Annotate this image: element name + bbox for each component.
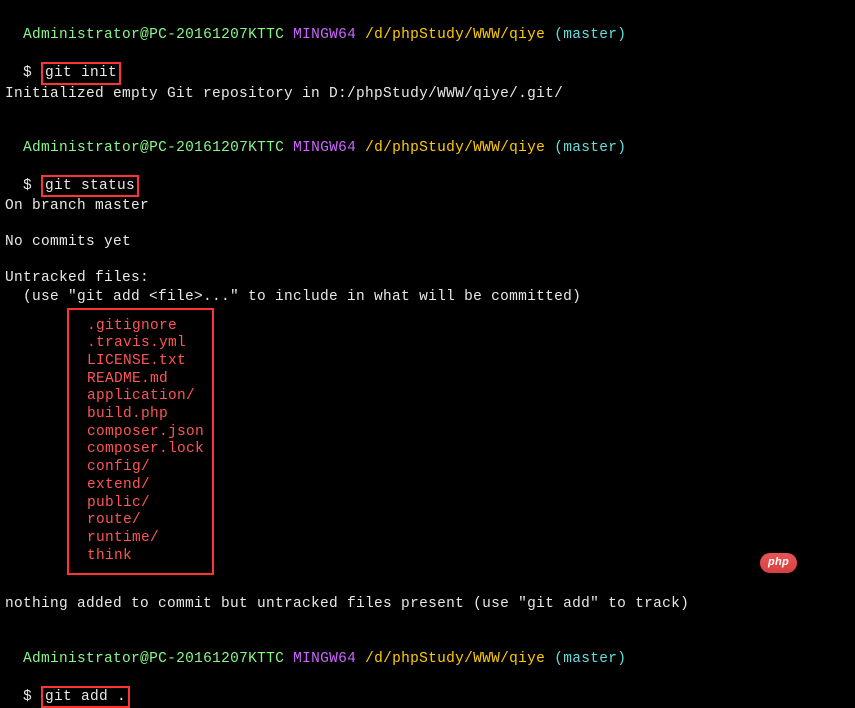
untracked-header: Untracked files: xyxy=(5,269,850,287)
command-line-2[interactable]: $ git status xyxy=(5,157,850,197)
user: Administrator xyxy=(23,651,140,667)
env: MINGW64 xyxy=(293,140,356,156)
blank-line xyxy=(5,215,850,233)
blank-line xyxy=(5,103,850,121)
env: MINGW64 xyxy=(293,651,356,667)
prompt-line-1: Administrator@PC-20161207KTTC MINGW64 /d… xyxy=(5,8,850,44)
env: MINGW64 xyxy=(293,27,356,43)
file-item: think xyxy=(87,548,204,566)
user: Administrator xyxy=(23,140,140,156)
path: /d/phpStudy/WWW/qiye xyxy=(365,140,545,156)
user: Administrator xyxy=(23,27,140,43)
command-highlight: git add . xyxy=(41,686,130,708)
file-item: .travis.yml xyxy=(87,335,204,353)
command-highlight: git init xyxy=(41,62,121,84)
blank-line xyxy=(5,577,850,595)
php-badge: php xyxy=(760,553,797,573)
untracked-hint: (use "git add <file>..." to include in w… xyxy=(5,288,850,306)
command-highlight: git status xyxy=(41,175,139,197)
no-commits-output: No commits yet xyxy=(5,233,850,251)
file-item: public/ xyxy=(87,495,204,513)
dollar-prompt: $ xyxy=(23,689,41,705)
file-item: build.php xyxy=(87,406,204,424)
path: /d/phpStudy/WWW/qiye xyxy=(365,27,545,43)
branch: (master) xyxy=(554,140,626,156)
blank-line xyxy=(5,613,850,631)
file-item: README.md xyxy=(87,371,204,389)
untracked-files-box: .gitignore .travis.yml LICENSE.txt READM… xyxy=(67,308,214,576)
host: PC-20161207KTTC xyxy=(149,140,284,156)
init-output: Initialized empty Git repository in D:/p… xyxy=(5,85,850,103)
file-item: application/ xyxy=(87,388,204,406)
at-symbol: @ xyxy=(140,140,149,156)
prompt-line-3: Administrator@PC-20161207KTTC MINGW64 /d… xyxy=(5,631,850,667)
command-line-1[interactable]: $ git init xyxy=(5,44,850,84)
at-symbol: @ xyxy=(140,651,149,667)
host: PC-20161207KTTC xyxy=(149,651,284,667)
git-init-command: git init xyxy=(45,65,117,81)
file-item: LICENSE.txt xyxy=(87,353,204,371)
nothing-added-output: nothing added to commit but untracked fi… xyxy=(5,595,850,613)
file-item: composer.lock xyxy=(87,441,204,459)
file-item: extend/ xyxy=(87,477,204,495)
file-item: runtime/ xyxy=(87,530,204,548)
blank-line xyxy=(5,251,850,269)
prompt-line-2: Administrator@PC-20161207KTTC MINGW64 /d… xyxy=(5,121,850,157)
on-branch-output: On branch master xyxy=(5,197,850,215)
at-symbol: @ xyxy=(140,27,149,43)
file-item: route/ xyxy=(87,512,204,530)
file-item: config/ xyxy=(87,459,204,477)
branch: (master) xyxy=(554,27,626,43)
command-line-3[interactable]: $ git add . xyxy=(5,668,850,708)
host: PC-20161207KTTC xyxy=(149,27,284,43)
branch: (master) xyxy=(554,651,626,667)
file-item: .gitignore xyxy=(87,318,204,336)
git-add-command: git add . xyxy=(45,689,126,705)
path: /d/phpStudy/WWW/qiye xyxy=(365,651,545,667)
dollar-prompt: $ xyxy=(23,178,41,194)
file-item: composer.json xyxy=(87,424,204,442)
dollar-prompt: $ xyxy=(23,65,41,81)
php-badge-label: php xyxy=(768,556,789,568)
git-status-command: git status xyxy=(45,178,135,194)
